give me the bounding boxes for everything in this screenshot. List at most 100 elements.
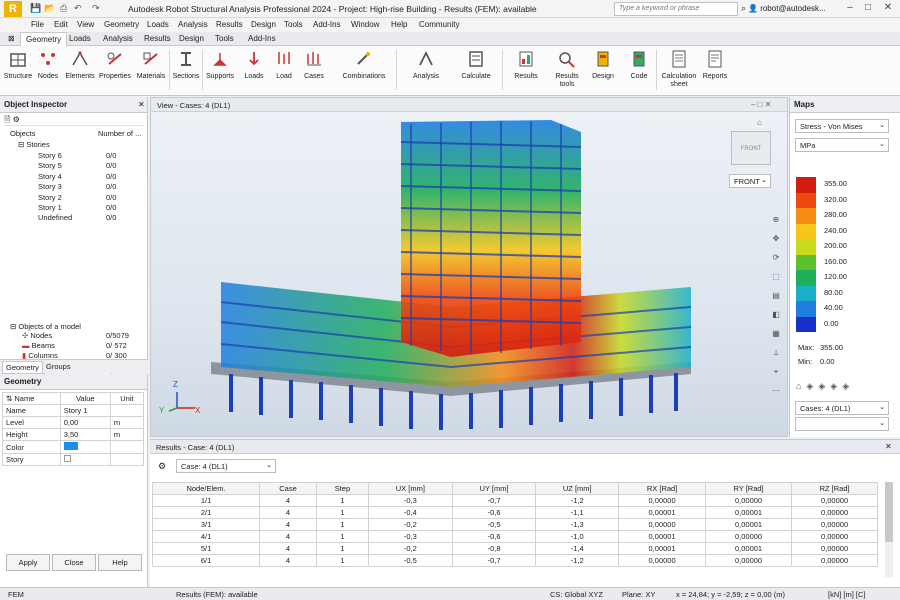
results-scrollbar[interactable] xyxy=(885,482,893,578)
rotate-icon[interactable]: ⟳ xyxy=(769,248,783,267)
code-button[interactable]: Code xyxy=(621,50,657,81)
tab-tools[interactable]: Tools xyxy=(210,34,239,43)
results-column-header[interactable]: RZ [Rad] xyxy=(791,482,878,495)
redo-icon[interactable]: ↷ xyxy=(92,3,100,14)
elements-button[interactable]: Elements xyxy=(62,50,98,81)
panel-close-icon[interactable]: ✕ xyxy=(138,100,145,109)
section-icon[interactable]: ▤ xyxy=(769,286,783,305)
story-item[interactable]: Story 2 xyxy=(38,193,62,202)
snap-icon[interactable]: ⌖ xyxy=(769,362,783,381)
table-row[interactable]: 5/1 4 1 -0,2 -0,8 -1,4 0,00001 0,00001 0,00000 xyxy=(151,542,878,555)
results-close-icon[interactable]: ✕ xyxy=(885,442,892,451)
results-settings-icon[interactable]: ⚙ xyxy=(158,461,166,472)
maximize-icon[interactable]: □ xyxy=(860,2,876,13)
results-column-header[interactable]: Step xyxy=(315,482,369,495)
tree-model-objects[interactable]: ⊟ Objects of a model xyxy=(10,322,81,331)
zoom-icon[interactable]: ⊕ xyxy=(769,210,783,229)
sections-button[interactable]: Sections xyxy=(168,50,204,81)
reports-button[interactable]: Reports xyxy=(697,50,733,81)
close-icon[interactable]: ✕ xyxy=(880,2,896,13)
menu-loads[interactable]: Loads xyxy=(147,20,169,29)
model-object-item[interactable]: ✣ Nodes xyxy=(22,331,52,340)
story-item[interactable]: Story 3 xyxy=(38,182,62,191)
tab-results[interactable]: Results xyxy=(139,34,176,43)
ribbon-menu-icon[interactable]: ⊠ xyxy=(8,34,15,43)
supports-button[interactable]: Supports xyxy=(202,50,238,81)
story-item[interactable]: Story 4 xyxy=(38,172,62,181)
model-object-item[interactable]: ▬ Beams xyxy=(22,341,55,350)
results-button[interactable]: Results xyxy=(508,50,544,81)
menu-add-ins[interactable]: Add-Ins xyxy=(313,20,341,29)
more-icon[interactable]: ⋯ xyxy=(769,381,783,400)
minimize-icon[interactable]: – xyxy=(842,2,858,13)
cases-button[interactable]: Cases xyxy=(296,50,332,81)
results-column-header[interactable]: Node/Elem. xyxy=(151,482,261,495)
tab-geometry[interactable]: Geometry xyxy=(20,32,68,46)
properties-button[interactable]: Properties xyxy=(97,50,133,81)
save-icon[interactable]: 💾 xyxy=(30,3,41,14)
user-account[interactable]: 👤 robot@autodesk... xyxy=(748,4,826,13)
search-input[interactable]: Type a keyword or phrase xyxy=(614,2,738,16)
menu-tools[interactable]: Tools xyxy=(284,20,303,29)
story-item[interactable]: Undefined xyxy=(38,213,72,222)
analysis-button[interactable]: Analysis xyxy=(408,50,444,81)
3d-view[interactable]: View - Cases: 4 (DL1) – □ ✕ ⌂ FRONT FRON… xyxy=(150,97,788,437)
tree-stories[interactable]: ⊟ Stories xyxy=(18,140,50,149)
menu-window[interactable]: Window xyxy=(351,20,379,29)
table-row[interactable]: 2/1 4 1 -0,4 -0,6 -1,1 0,00001 0,00001 0,00000 xyxy=(151,506,878,519)
view-select[interactable]: FRONT ⌄ xyxy=(729,174,771,188)
story-item[interactable]: Story 5 xyxy=(38,161,62,170)
calculate-button[interactable]: Calculate xyxy=(458,50,494,81)
measure-icon[interactable]: ⟂ xyxy=(769,343,783,362)
map-type-select[interactable]: Stress - Von Mises ⌄ xyxy=(795,119,889,133)
story-item[interactable]: Story 1 xyxy=(38,203,62,212)
menu-analysis[interactable]: Analysis xyxy=(178,20,208,29)
grid-icon[interactable]: ▦ xyxy=(769,324,783,343)
tab-add-ins[interactable]: Add-Ins xyxy=(243,34,281,43)
app-logo-icon[interactable]: R xyxy=(4,1,22,17)
geom-value-story[interactable] xyxy=(59,453,111,466)
home-icon[interactable]: ⌂ xyxy=(757,118,762,127)
zoom-window-icon[interactable]: ⬚ xyxy=(769,267,783,286)
pan-icon[interactable]: ✥ xyxy=(769,229,783,248)
undo-icon[interactable]: ↶ xyxy=(74,3,82,14)
geom-value-level[interactable]: 0,00 xyxy=(59,416,111,429)
menu-edit[interactable]: Edit xyxy=(54,20,68,29)
nodes-button[interactable]: Nodes xyxy=(30,50,66,81)
geom-value-color[interactable] xyxy=(59,440,111,454)
map-unit-select[interactable]: MPa ⌄ xyxy=(795,138,889,152)
menu-results[interactable]: Results xyxy=(216,20,243,29)
menu-community[interactable]: Community xyxy=(419,20,459,29)
help-button[interactable]: Help xyxy=(98,554,142,571)
materials-button[interactable]: Materials xyxy=(133,50,169,81)
menu-design[interactable]: Design xyxy=(251,20,276,29)
view-cube[interactable]: FRONT xyxy=(731,131,771,165)
search-icon[interactable]: ⌕ xyxy=(741,3,746,14)
tab-analysis[interactable]: Analysis xyxy=(98,34,138,43)
tab-inspector-geometry[interactable]: Geometry xyxy=(2,361,43,374)
results-column-header[interactable]: RY [Rad] xyxy=(704,482,793,495)
maps-case-select[interactable]: Cases: 4 (DL1) ⌄ xyxy=(795,401,889,415)
results-column-header[interactable]: UX [mm] xyxy=(367,482,453,495)
menu-help[interactable]: Help xyxy=(391,20,407,29)
close-button[interactable]: Close xyxy=(52,554,96,571)
calculation-sheet-button[interactable]: Calculation sheet xyxy=(660,50,698,89)
menu-file[interactable]: File xyxy=(31,20,44,29)
results-column-header[interactable]: Case xyxy=(259,482,317,495)
results-tools-button[interactable]: Results tools xyxy=(549,50,585,89)
settings-icon[interactable]: ⚙ xyxy=(13,115,20,124)
results-column-header[interactable]: UY [mm] xyxy=(451,482,537,495)
filter-icon[interactable]: 🗎 xyxy=(4,115,10,124)
view-window-controls[interactable]: – □ ✕ xyxy=(751,100,771,109)
table-row[interactable]: 3/1 4 1 -0,2 -0,5 -1,3 0,00000 0,00001 0,00000 xyxy=(151,518,878,531)
results-column-header[interactable]: RX [Rad] xyxy=(618,482,706,495)
scrollbar-thumb[interactable] xyxy=(885,482,893,542)
story-checkbox[interactable] xyxy=(63,455,71,462)
table-row[interactable]: 4/1 4 1 -0,3 -0,6 -1,0 0,00001 0,00000 0,00000 xyxy=(151,530,878,543)
print-icon[interactable]: ⎙ xyxy=(60,3,67,14)
table-row[interactable]: 6/1 4 1 -0,5 -0,7 -1,2 0,00000 0,00000 0,00000 xyxy=(151,554,878,567)
tab-inspector-groups[interactable]: Groups xyxy=(46,362,71,371)
combinations-button[interactable]: Combinations xyxy=(338,50,390,81)
open-icon[interactable]: 📂 xyxy=(44,3,55,14)
results-column-header[interactable]: UZ [mm] xyxy=(535,482,620,495)
